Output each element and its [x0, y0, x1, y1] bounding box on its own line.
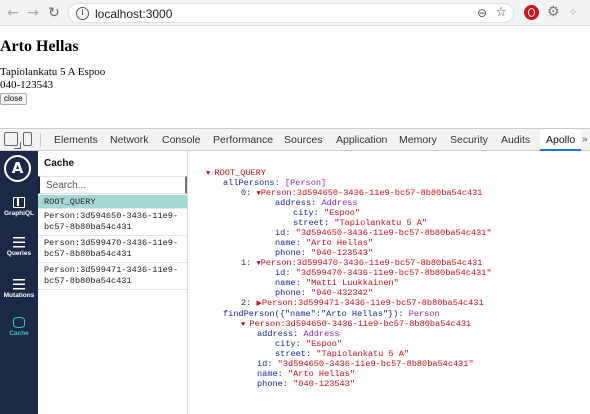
nav-queries-label: Queries: [6, 250, 32, 257]
tab-apollo[interactable]: Apollo: [540, 129, 582, 151]
devtools-panel: Elements Network Console Performance Sou…: [0, 128, 590, 414]
tab-performance[interactable]: Performance: [213, 129, 273, 151]
tree-row-find-person-ref[interactable]: ▼ Person:3d594650-3436-11e9-bc57-8b80ba5…: [241, 319, 471, 329]
nav-mutations-label: Mutations: [3, 292, 35, 299]
cache-title: Cache: [44, 158, 75, 169]
tab-memory[interactable]: Memory: [399, 129, 437, 151]
tab-application[interactable]: Application: [336, 129, 387, 151]
mutations-icon: [13, 279, 25, 290]
queries-icon: [13, 237, 25, 248]
tree-row-name: name: "Matti Luukkainen": [275, 278, 399, 288]
close-button[interactable]: close: [0, 93, 27, 105]
tab-elements[interactable]: Elements: [54, 129, 98, 151]
toolbar-divider: [40, 133, 41, 147]
zoom-icon[interactable]: ⊖: [477, 6, 487, 20]
address-bar[interactable]: i localhost:3000 ⊖ ☆: [68, 3, 514, 23]
tree-row-street: street: "Tapiolankatu 5 A": [293, 218, 428, 228]
nav-cache-label: Cache: [9, 330, 29, 337]
cache-icon: [13, 317, 25, 328]
settings-extension-icon[interactable]: ⚙: [547, 4, 560, 20]
person-phone: 040-123543: [0, 79, 54, 91]
cache-search-input[interactable]: [38, 176, 187, 194]
apollo-sidebar: A GraphiQL Queries Mutations Cache: [0, 151, 38, 414]
cache-item-root-query[interactable]: ROOT_QUERY: [38, 195, 187, 209]
tab-network[interactable]: Network: [110, 129, 149, 151]
tree-row-name: name: "Arto Hellas": [257, 369, 356, 379]
cache-panel: Cache ROOT_QUERY Person:3d594650-3436-11…: [38, 151, 188, 414]
back-arrow-icon[interactable]: ←: [4, 4, 22, 22]
cache-list: ROOT_QUERY Person:3d594650-3436-11e9-bc5…: [38, 195, 187, 290]
cache-item-person[interactable]: Person:3d594650-3436-11e9-bc57-8b80ba54c…: [38, 209, 187, 236]
tree-row-find-person: findPerson({"name":"Arto Hellas"}): Pers…: [223, 309, 440, 319]
tree-row-name: name: "Arto Hellas": [275, 238, 374, 248]
tree-row-index-2[interactable]: 2: ▶Person:3d599471-3436-11e9-bc57-8b80b…: [241, 298, 484, 308]
forward-arrow-icon[interactable]: →: [24, 4, 42, 22]
page-content: Arto Hellas Tapiolankatu 5 A Espoo 040-1…: [0, 27, 590, 127]
tree-row-all-persons: allPersons: [Person]: [223, 178, 327, 188]
nav-mutations[interactable]: Mutations: [0, 279, 38, 299]
tree-row-root[interactable]: ▼ ROOT_QUERY: [206, 168, 266, 178]
info-icon[interactable]: i: [76, 7, 89, 20]
inspect-element-icon[interactable]: [4, 132, 21, 149]
reload-icon[interactable]: ↻: [45, 4, 63, 22]
tree-row-address: address: Address: [257, 329, 340, 339]
nav-graphiql-label: GraphiQL: [4, 210, 34, 217]
tree-row-phone: phone: "040-432342": [275, 288, 374, 298]
cache-item-person[interactable]: Person:3d599471-3436-11e9-bc57-8b80ba54c…: [38, 263, 187, 290]
tab-console[interactable]: Console: [162, 129, 201, 151]
opera-extension-icon[interactable]: [524, 5, 539, 20]
tree-row-id: id: "3d594650-3436-11e9-bc57-8b80ba54c43…: [257, 359, 474, 369]
extension-puzzle-icon[interactable]: ✧: [568, 5, 578, 19]
graphiql-icon: [13, 197, 25, 208]
tree-row-phone: phone: "040-123543": [275, 248, 374, 258]
tree-row-index-1[interactable]: 1: ▼Person:3d599470-3436-11e9-bc57-8b80b…: [241, 258, 482, 268]
bookmark-star-icon[interactable]: ☆: [495, 5, 507, 20]
cache-item-person[interactable]: Person:3d599470-3436-11e9-bc57-8b80ba54c…: [38, 236, 187, 263]
tree-row-street: street: "Tapiolankatu 5 A": [275, 349, 410, 359]
tab-security[interactable]: Security: [450, 129, 488, 151]
url-text[interactable]: localhost:3000: [95, 7, 172, 21]
person-address: Tapiolankatu 5 A Espoo: [0, 66, 106, 78]
apollo-logo-icon: A: [4, 155, 31, 182]
tab-audits[interactable]: Audits: [501, 129, 530, 151]
browser-toolbar: ← → ↻ i localhost:3000 ⊖ ☆ ⚙ ✧: [0, 0, 590, 26]
device-toggle-icon[interactable]: [23, 132, 32, 146]
person-name-heading: Arto Hellas: [0, 38, 79, 55]
cache-tree-view: ▼ ROOT_QUERY allPersons: [Person] 0: ▼Pe…: [189, 151, 590, 414]
nav-queries[interactable]: Queries: [0, 237, 38, 257]
tab-sources[interactable]: Sources: [284, 129, 323, 151]
tree-row-index-0[interactable]: 0: ▼Person:3d594650-3436-11e9-bc57-8b80b…: [241, 188, 482, 198]
tree-row-address: address: Address: [275, 198, 358, 208]
tree-row-city: city: "Espoo": [275, 339, 343, 349]
tree-row-id: id: "3d599470-3436-11e9-bc57-8b80ba54c43…: [275, 268, 492, 278]
more-tabs-icon[interactable]: »: [582, 129, 588, 151]
nav-cache[interactable]: Cache: [0, 317, 38, 337]
tree-row-city: city: "Espoo": [293, 208, 361, 218]
tree-row-phone: phone: "040-123543": [257, 379, 356, 389]
tree-row-id: id: "3d594650-3436-11e9-bc57-8b80ba54c43…: [275, 228, 492, 238]
devtools-tab-bar: Elements Network Console Performance Sou…: [0, 129, 590, 151]
nav-graphiql[interactable]: GraphiQL: [0, 197, 38, 217]
